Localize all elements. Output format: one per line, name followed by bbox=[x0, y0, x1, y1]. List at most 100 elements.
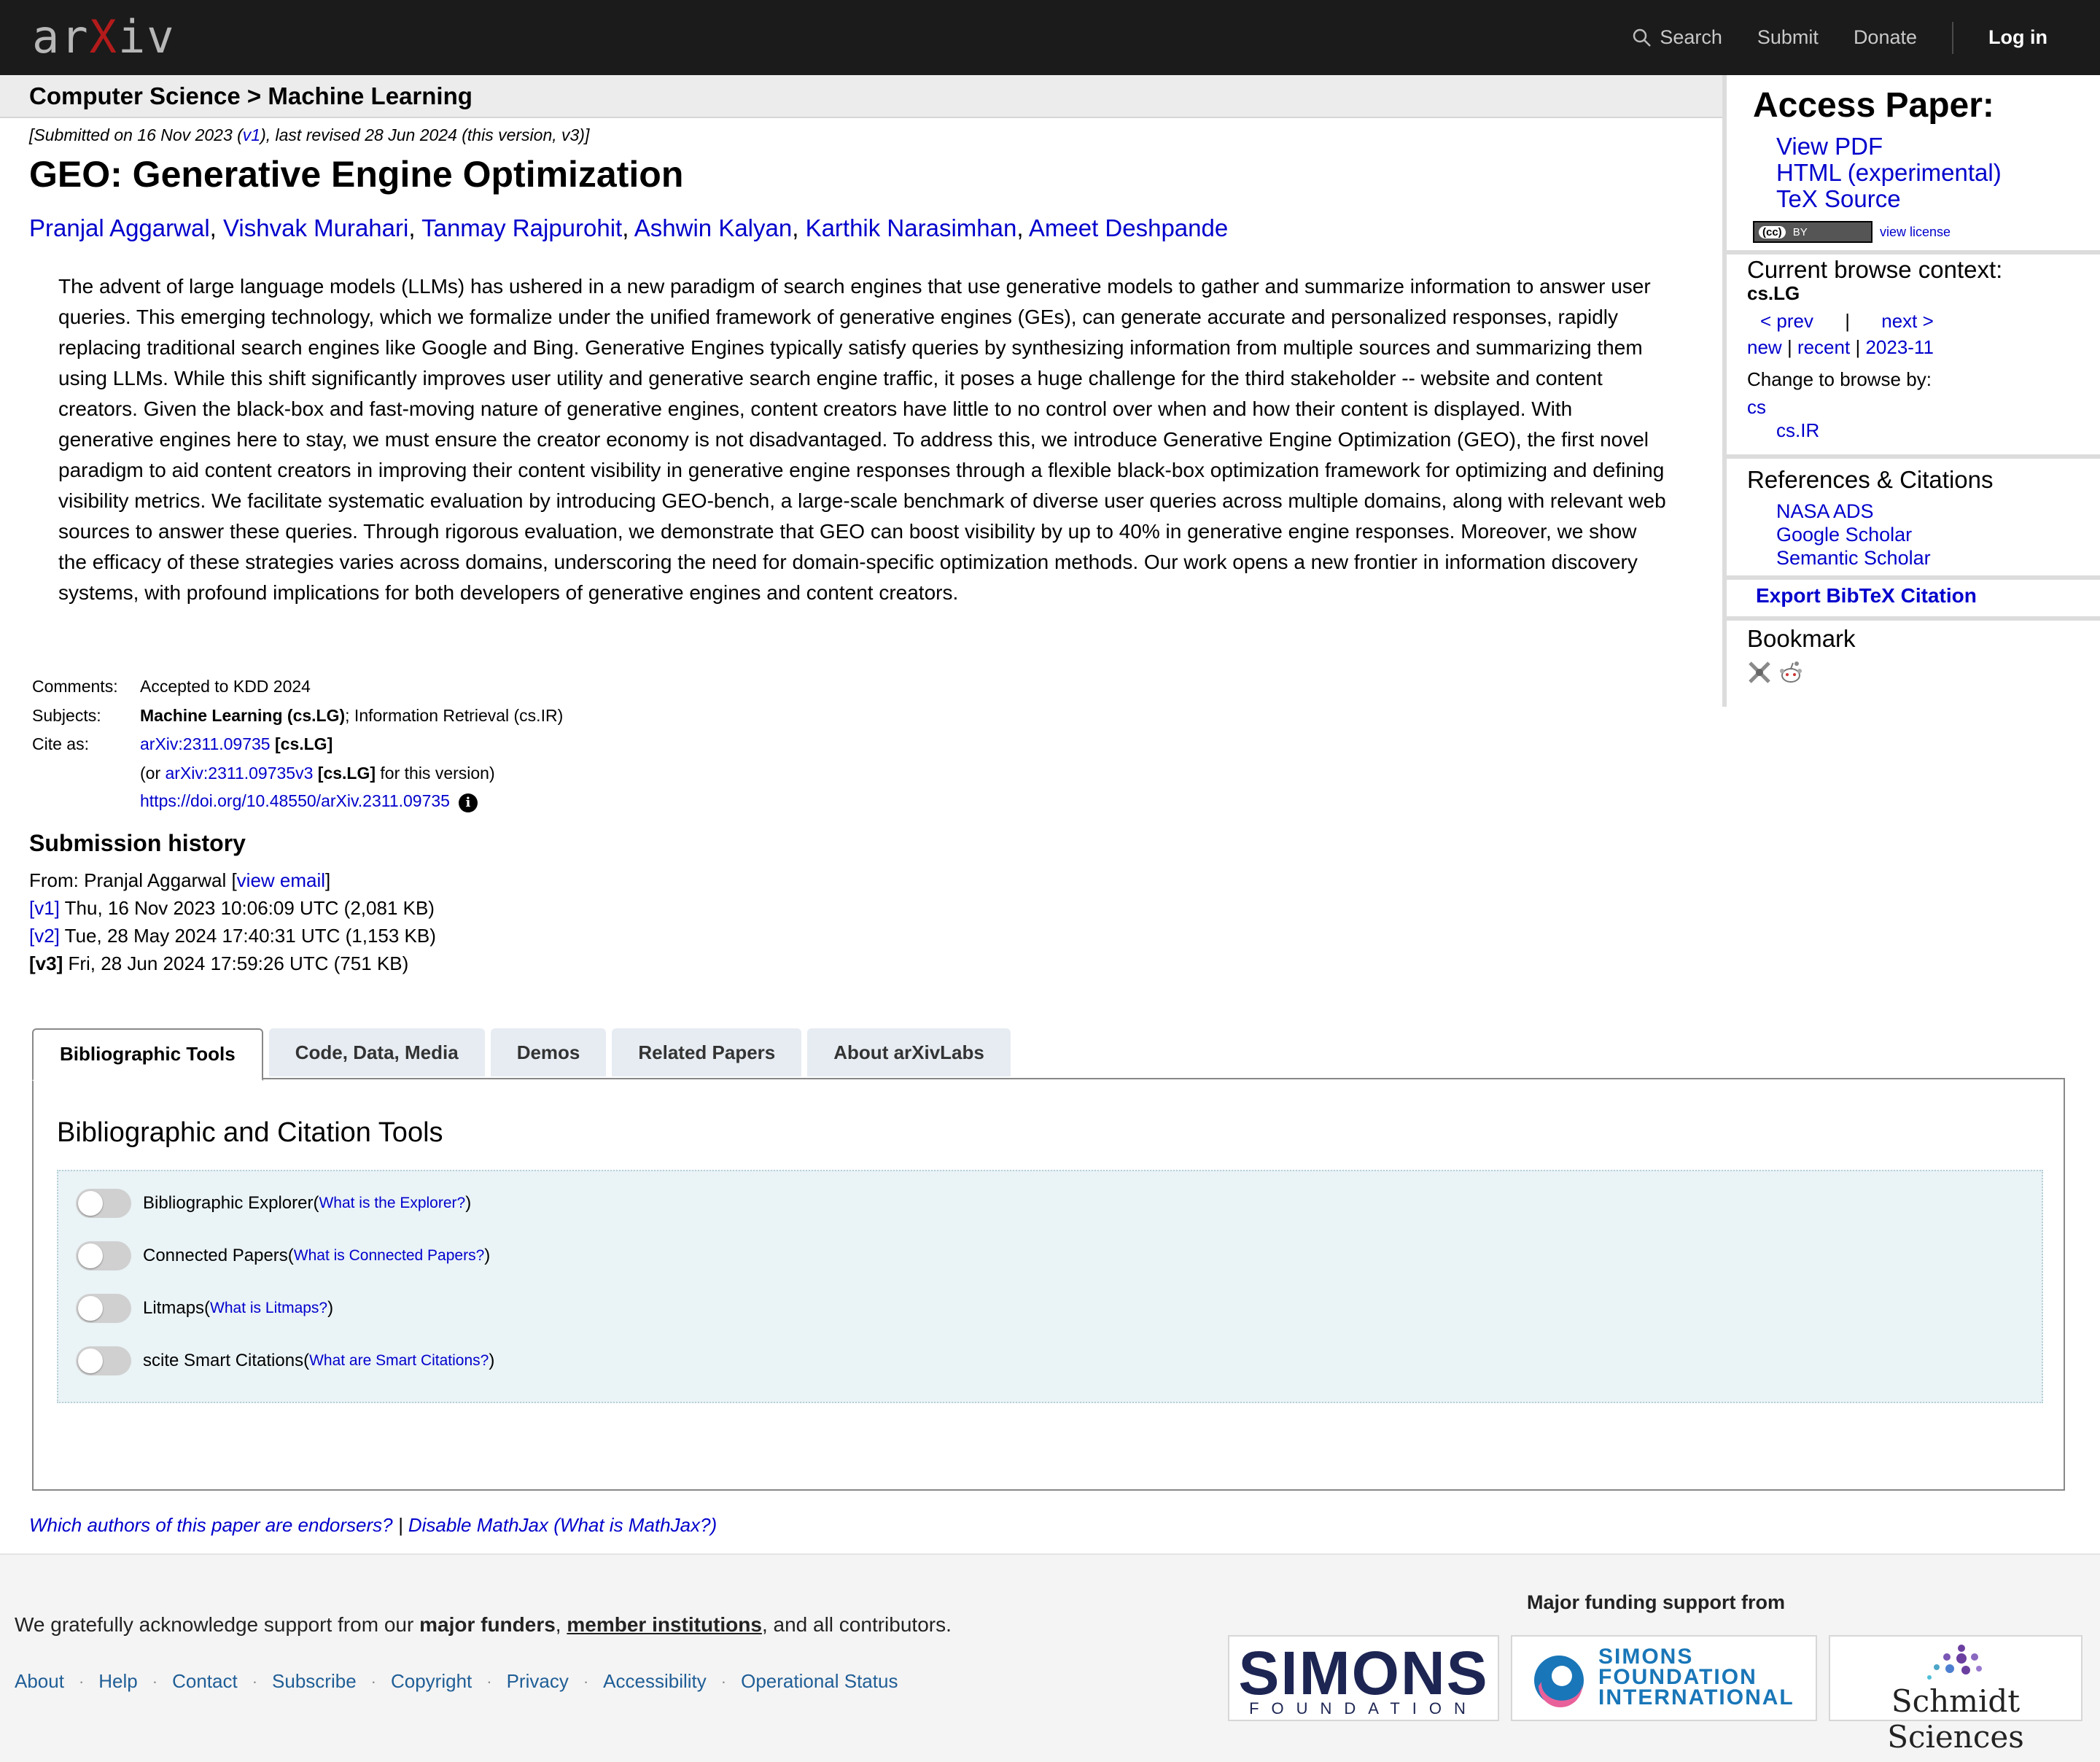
cite-version-link[interactable]: arXiv:2311.09735v3 bbox=[166, 764, 314, 783]
tab-related-papers[interactable]: Related Papers bbox=[612, 1028, 802, 1076]
submit-link[interactable]: Submit bbox=[1757, 26, 1819, 49]
export-bibtex-link[interactable]: Export BibTeX Citation bbox=[1756, 584, 1977, 608]
html-link[interactable]: HTML (experimental) bbox=[1776, 159, 2002, 186]
tool-help-link[interactable]: What is the Explorer? bbox=[319, 1195, 465, 1212]
footer-link-accessibility[interactable]: Accessibility bbox=[603, 1670, 707, 1693]
submission-history-title: Submission history bbox=[29, 830, 246, 856]
tool-name: Connected Papers bbox=[143, 1246, 288, 1265]
tool-help-link[interactable]: What are Smart Citations? bbox=[309, 1352, 489, 1370]
connected-papers-toggle[interactable] bbox=[76, 1241, 131, 1270]
simons-foundation-logo[interactable]: SIMONS FOUNDATION bbox=[1228, 1635, 1499, 1721]
new-link[interactable]: new bbox=[1747, 336, 1782, 358]
browse-cs-link[interactable]: cs bbox=[1747, 396, 1766, 419]
footer-link-subscribe[interactable]: Subscribe bbox=[272, 1670, 357, 1693]
semantic-scholar-link[interactable]: Semantic Scholar bbox=[1776, 547, 1931, 569]
prev-link[interactable]: < prev bbox=[1760, 310, 1813, 332]
tool-help-link[interactable]: What is Connected Papers? bbox=[294, 1247, 484, 1265]
comments-label: Comments: bbox=[32, 677, 118, 696]
funding-title: Major funding support from bbox=[1527, 1591, 1785, 1613]
member-institutions-link[interactable]: member institutions bbox=[567, 1613, 762, 1636]
separator: | bbox=[1845, 310, 1850, 332]
browse-links-row: new | recent | 2023-11 bbox=[1747, 336, 1934, 359]
explorer-toggle[interactable] bbox=[76, 1189, 131, 1218]
tab-bibliographic-tools[interactable]: Bibliographic Tools bbox=[32, 1028, 263, 1081]
major-funders-link[interactable]: major funders bbox=[419, 1613, 556, 1636]
tex-source-link[interactable]: TeX Source bbox=[1776, 185, 1901, 212]
dot-separator: · bbox=[583, 1672, 589, 1691]
cite-version-category: [cs.LG] bbox=[313, 763, 376, 783]
view-email-link[interactable]: view email bbox=[237, 869, 325, 891]
footer-link-help[interactable]: Help bbox=[98, 1670, 137, 1693]
cite-for-text: for this version) bbox=[376, 763, 495, 783]
dateline-v1-link[interactable]: v1 bbox=[243, 125, 260, 144]
tab-demos[interactable]: Demos bbox=[490, 1028, 607, 1076]
version-link-v1[interactable]: [v1] bbox=[29, 897, 60, 919]
footer-link-operational-status[interactable]: Operational Status bbox=[741, 1670, 898, 1693]
version-link-v2[interactable]: [v2] bbox=[29, 925, 60, 947]
author-separator: , bbox=[1016, 214, 1029, 241]
footer-link-about[interactable]: About bbox=[15, 1670, 64, 1693]
next-link[interactable]: next > bbox=[1881, 310, 1934, 332]
author-link[interactable]: Karthik Narasimhan bbox=[806, 214, 1017, 241]
license-row: (cc) BY view license bbox=[1753, 221, 1951, 243]
donate-link[interactable]: Donate bbox=[1854, 26, 1917, 49]
doi-value: https://doi.org/10.48550/arXiv.2311.0973… bbox=[140, 788, 575, 817]
author-link[interactable]: Tanmay Rajpurohit bbox=[421, 214, 622, 241]
disable-mathjax-link[interactable]: Disable MathJax bbox=[408, 1514, 548, 1536]
what-is-mathjax-link[interactable]: (What is MathJax?) bbox=[548, 1514, 717, 1536]
author-link[interactable]: Vishvak Murahari bbox=[223, 214, 408, 241]
schmidt-sciences-logo[interactable]: Schmidt Sciences bbox=[1829, 1635, 2082, 1755]
search-link[interactable]: Search bbox=[1632, 26, 1722, 49]
cc-by-license-badge[interactable]: (cc) BY bbox=[1753, 221, 1872, 243]
search-icon bbox=[1633, 28, 1652, 47]
secondary-subjects: ; Information Retrieval (cs.IR) bbox=[345, 705, 564, 725]
from-close: ] bbox=[325, 869, 331, 891]
version-text: Tue, 28 May 2024 17:40:31 UTC (1,153 KB) bbox=[59, 925, 436, 947]
bibsonomy-icon[interactable] bbox=[1747, 660, 1772, 685]
breadcrumb-bar: Computer Science > Machine Learning bbox=[0, 75, 1722, 118]
info-icon[interactable]: i bbox=[458, 793, 478, 813]
month-link[interactable]: 2023-11 bbox=[1865, 336, 1934, 358]
simons-foundation-international-logo[interactable]: SIMONS FOUNDATION INTERNATIONAL bbox=[1511, 1635, 1817, 1721]
google-scholar-link[interactable]: Google Scholar bbox=[1776, 524, 1912, 546]
dot-separator: · bbox=[720, 1672, 727, 1691]
sfi-line: SIMONS bbox=[1598, 1645, 1694, 1669]
sidebar-divider bbox=[1727, 250, 2100, 255]
footer-link-contact[interactable]: Contact bbox=[172, 1670, 238, 1693]
tools-box: Bibliographic Explorer (What is the Expl… bbox=[57, 1170, 2043, 1403]
litmaps-toggle[interactable] bbox=[76, 1294, 131, 1323]
logo-text-ar: ar bbox=[32, 10, 90, 63]
simons-logo-subtext: FOUNDATION bbox=[1249, 1699, 1478, 1718]
endorsers-link[interactable]: Which authors of this paper are endorser… bbox=[29, 1514, 393, 1536]
login-link[interactable]: Log in bbox=[1988, 26, 2048, 49]
recent-link[interactable]: recent bbox=[1797, 336, 1850, 358]
tab-code-data-media[interactable]: Code, Data, Media bbox=[268, 1028, 485, 1076]
nasa-ads-link[interactable]: NASA ADS bbox=[1776, 500, 1874, 522]
author-link[interactable]: Pranjal Aggarwal bbox=[29, 214, 210, 241]
footer-link-copyright[interactable]: Copyright bbox=[391, 1670, 472, 1693]
ack-text: We gratefully acknowledge support from o… bbox=[15, 1613, 420, 1636]
logo-text-iv: iv bbox=[117, 10, 176, 63]
tool-name: Bibliographic Explorer bbox=[143, 1193, 314, 1213]
reddit-icon[interactable] bbox=[1778, 660, 1804, 685]
tab-about-arxivlabs[interactable]: About arXivLabs bbox=[807, 1028, 1011, 1076]
dateline-text-end: ), last revised 28 Jun 2024 (this versio… bbox=[260, 125, 590, 144]
cite-arxiv-link[interactable]: arXiv:2311.09735 bbox=[140, 734, 271, 753]
references-title: References & Citations bbox=[1747, 466, 1994, 493]
doi-link[interactable]: https://doi.org/10.48550/arXiv.2311.0973… bbox=[140, 791, 450, 810]
ack-text-end: , and all contributors. bbox=[761, 1613, 952, 1636]
author-link[interactable]: Ashwin Kalyan bbox=[634, 214, 792, 241]
view-pdf-link[interactable]: View PDF bbox=[1776, 133, 1883, 160]
paper-title: GEO: Generative Engine Optimization bbox=[29, 154, 684, 195]
tool-help-link[interactable]: What is Litmaps? bbox=[210, 1300, 327, 1317]
cc-by-label: BY bbox=[1792, 225, 1808, 238]
references-links: NASA ADS Google Scholar Semantic Scholar bbox=[1776, 500, 1931, 570]
separator: | bbox=[1855, 336, 1861, 358]
arxiv-logo[interactable]: arXiv bbox=[32, 13, 176, 61]
author-link[interactable]: Ameet Deshpande bbox=[1029, 214, 1228, 241]
view-license-link[interactable]: view license bbox=[1880, 225, 1951, 240]
scite-toggle[interactable] bbox=[76, 1346, 131, 1375]
browse-csir-link[interactable]: cs.IR bbox=[1776, 419, 1819, 442]
abstract: The advent of large language models (LLM… bbox=[58, 275, 1666, 604]
footer-link-privacy[interactable]: Privacy bbox=[507, 1670, 569, 1693]
